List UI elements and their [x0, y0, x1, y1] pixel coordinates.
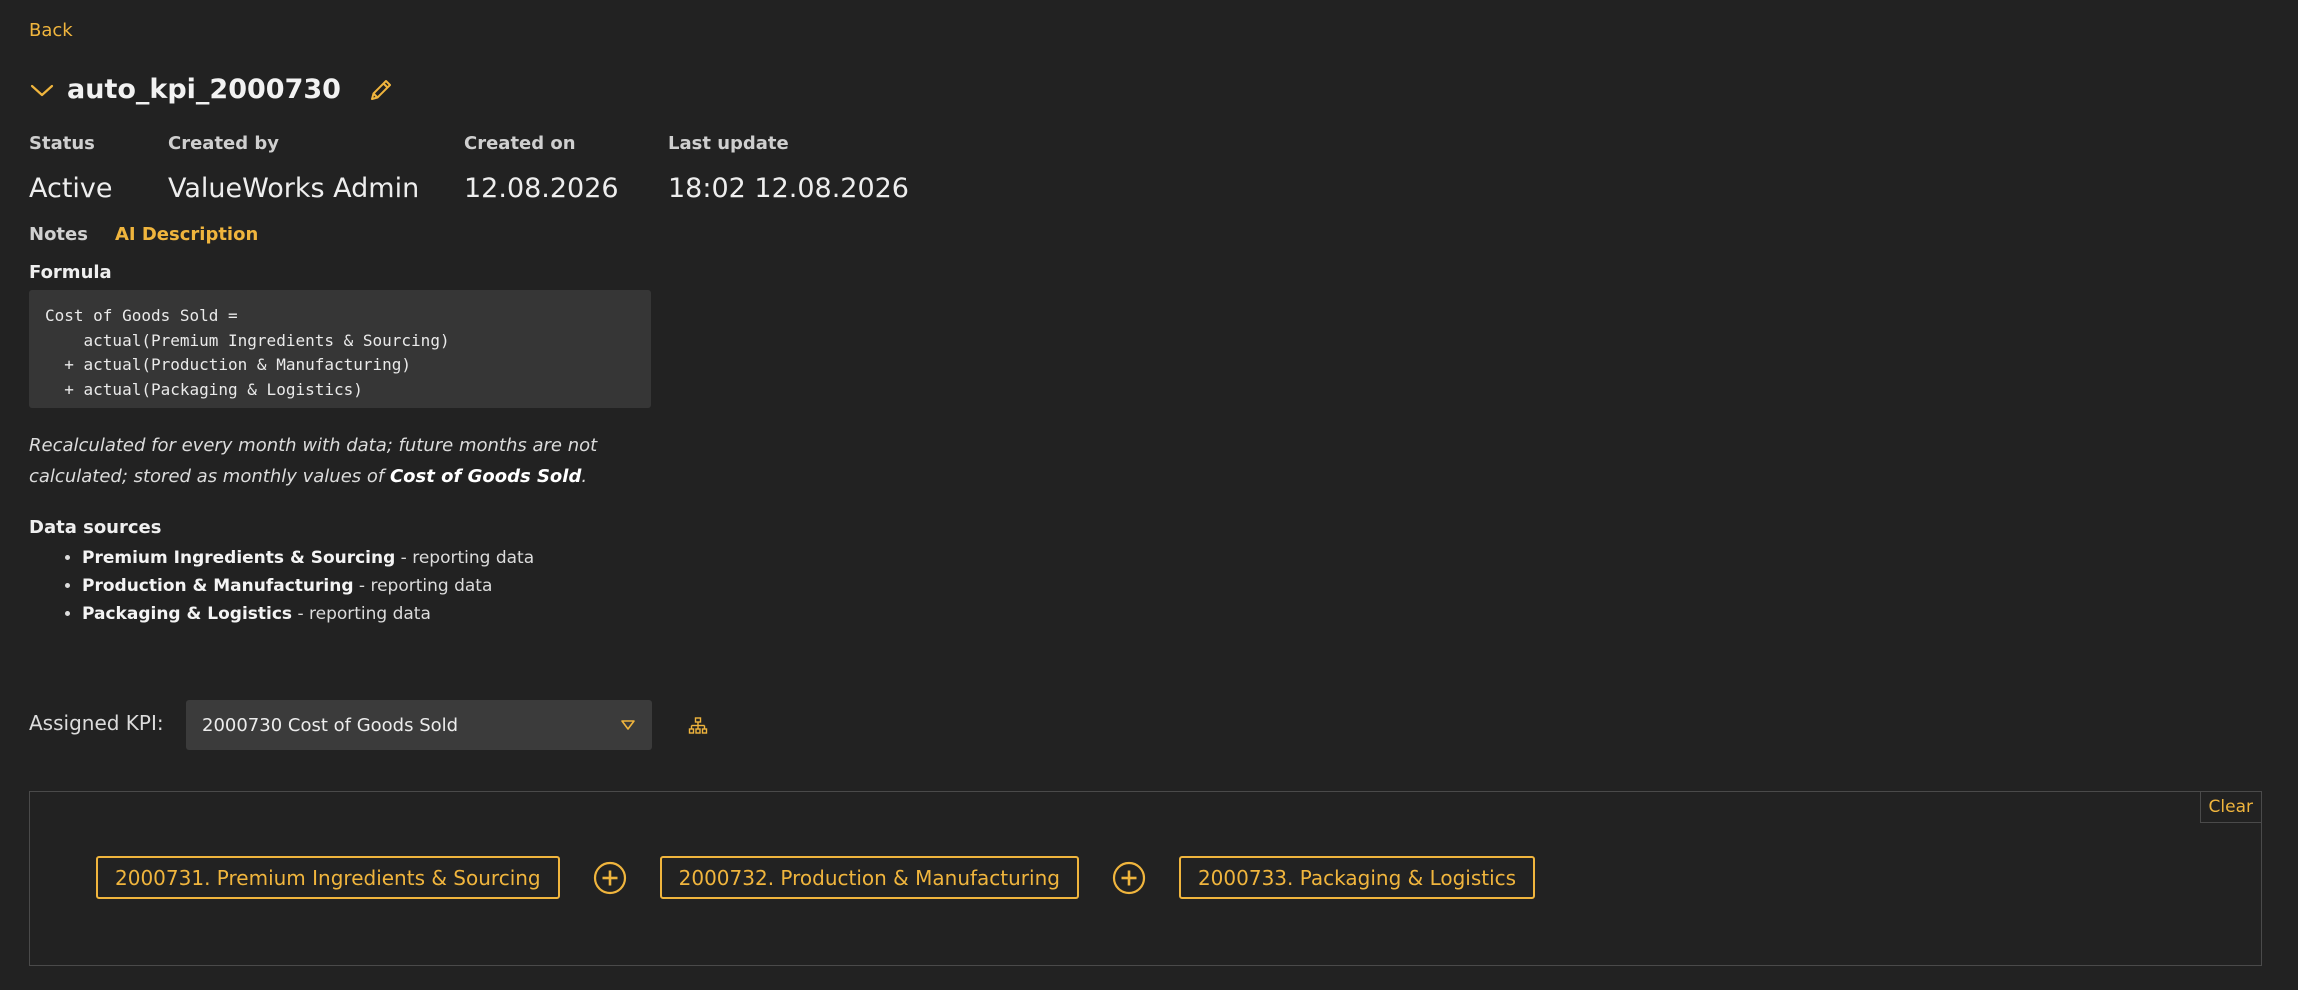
formula-builder-canvas[interactable]: Clear 2000731. Premium Ingredients & Sou…: [29, 791, 2262, 966]
sub-tabs: Notes AI Description: [29, 224, 258, 245]
data-source-name: Production & Manufacturing: [82, 576, 354, 596]
data-source-type: - reporting data: [292, 604, 431, 624]
recalc-note: Recalculated for every month with data; …: [29, 430, 669, 492]
back-link[interactable]: Back: [29, 20, 73, 41]
title-row: auto_kpi_2000730: [29, 74, 395, 105]
formula-label: Formula: [29, 262, 112, 283]
assigned-kpi-value: 2000730 Cost of Goods Sold: [202, 714, 459, 736]
status-value: Active: [29, 173, 113, 204]
page-title: auto_kpi_2000730: [67, 74, 341, 105]
tab-notes[interactable]: Notes: [29, 224, 88, 245]
kpi-chip[interactable]: 2000732. Production & Manufacturing: [659, 856, 1079, 899]
last-update-value: 18:02 12.08.2026: [668, 173, 909, 204]
data-source-name: Packaging & Logistics: [82, 604, 293, 624]
tab-ai-description[interactable]: AI Description: [115, 224, 258, 245]
recalc-note-end: .: [581, 466, 588, 487]
pencil-icon[interactable]: [367, 76, 395, 104]
plus-circle-icon[interactable]: [1112, 861, 1146, 895]
created-on-label: Created on: [464, 133, 576, 154]
created-on-value: 12.08.2026: [464, 173, 619, 204]
created-by-value: ValueWorks Admin: [168, 173, 420, 204]
meta-created-on: Created on 12.08.2026: [464, 133, 619, 204]
formula-code: Cost of Goods Sold = actual(Premium Ingr…: [29, 290, 651, 408]
meta-created-by: Created by ValueWorks Admin: [168, 133, 419, 204]
clear-button[interactable]: Clear: [2199, 792, 2261, 823]
formula-builder-row: 2000731. Premium Ingredients & Sourcing …: [96, 856, 1536, 899]
data-sources-list: Premium Ingredients & Sourcing - reporti…: [29, 544, 534, 628]
kpi-detail-page: Back auto_kpi_2000730 Status Active Crea…: [0, 0, 2298, 990]
recalc-note-kpi: Cost of Goods Sold: [389, 466, 582, 487]
created-by-label: Created by: [168, 133, 280, 154]
assigned-kpi-select[interactable]: 2000730 Cost of Goods Sold: [186, 700, 652, 750]
kpi-chip[interactable]: 2000733. Packaging & Logistics: [1178, 856, 1536, 899]
dropdown-triangle-icon: [621, 720, 635, 730]
last-update-label: Last update: [668, 133, 789, 154]
meta-last-update: Last update 18:02 12.08.2026: [668, 133, 909, 204]
kpi-chip[interactable]: 2000731. Premium Ingredients & Sourcing: [96, 856, 560, 899]
data-source-type: - reporting data: [353, 576, 493, 596]
data-source-item: Production & Manufacturing - reporting d…: [82, 572, 534, 600]
assigned-kpi-label: Assigned KPI:: [29, 711, 164, 735]
status-label: Status: [29, 133, 95, 154]
data-sources-label: Data sources: [29, 517, 162, 538]
hierarchy-icon[interactable]: [688, 717, 708, 735]
data-source-type: - reporting data: [395, 548, 535, 568]
scroll-fade: [29, 655, 669, 671]
meta-status: Status Active: [29, 133, 113, 204]
data-source-item: Premium Ingredients & Sourcing - reporti…: [82, 544, 534, 572]
plus-circle-icon[interactable]: [593, 861, 627, 895]
chevron-down-icon[interactable]: [29, 80, 55, 100]
data-source-item: Packaging & Logistics - reporting data: [82, 600, 534, 628]
data-source-name: Premium Ingredients & Sourcing: [82, 548, 396, 568]
